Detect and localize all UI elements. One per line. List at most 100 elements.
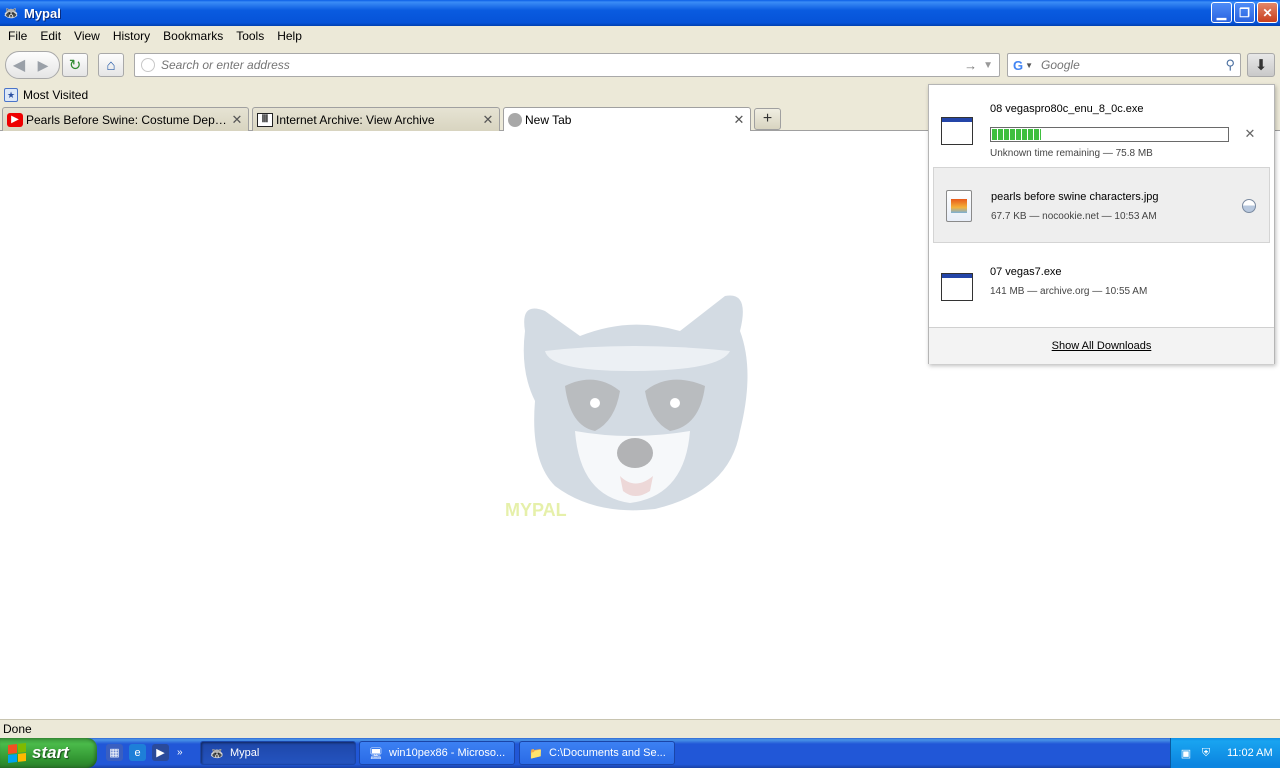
open-folder-icon	[1242, 199, 1256, 213]
computer-icon: 🖥	[369, 747, 383, 760]
taskbar-item-label: win10pex86 - Microso...	[389, 747, 506, 759]
taskbar-item-label: Mypal	[230, 747, 260, 759]
google-engine-icon[interactable]: G	[1013, 58, 1023, 73]
downloads-button[interactable]: ⬇	[1247, 53, 1275, 77]
mypal-icon: 🦝	[210, 747, 224, 760]
search-bar[interactable]: G ▼ ⚲	[1007, 53, 1241, 77]
menu-tools[interactable]: Tools	[236, 29, 264, 43]
tab-close-icon[interactable]: ✕	[732, 112, 746, 128]
search-icon[interactable]: ⚲	[1225, 57, 1235, 73]
home-button[interactable]: ⌂	[98, 53, 124, 77]
download-filename: 08 vegaspro80c_enu_8_0c.exe	[990, 103, 1144, 115]
taskbar-item-label: C:\Documents and Se...	[549, 747, 666, 759]
history-dropdown-icon[interactable]: ▼	[983, 60, 993, 71]
tab-pearls-before-swine[interactable]: ▶ Pearls Before Swine: Costume Departme.…	[2, 107, 249, 131]
new-tab-button[interactable]: +	[754, 108, 781, 130]
minimize-icon: ▁	[1216, 5, 1227, 20]
downloads-panel: 08 vegaspro80c_enu_8_0c.exe Unknown time…	[928, 84, 1275, 364]
clock[interactable]: 11:02 AM	[1227, 747, 1273, 759]
network-icon[interactable]: ▣	[1179, 746, 1193, 760]
tab-close-icon[interactable]: ✕	[230, 112, 244, 128]
download-item-pearls-jpg[interactable]: pearls before swine characters.jpg 67.7 …	[933, 167, 1270, 243]
taskbar-item-mypal[interactable]: 🦝 Mypal	[200, 741, 356, 765]
mypal-logo-text: MYPAL	[505, 500, 567, 520]
youtube-icon: ▶	[7, 112, 23, 127]
download-status: 67.7 KB — nocookie.net — 10:53 AM	[991, 211, 1157, 222]
security-shield-icon[interactable]: ⛨	[1199, 746, 1213, 760]
download-progress-fill	[992, 129, 1042, 140]
menu-bookmarks[interactable]: Bookmarks	[163, 29, 223, 43]
download-arrow-icon: ⬇	[1254, 57, 1268, 74]
minimize-button[interactable]: ▁	[1211, 2, 1232, 23]
restore-button[interactable]: ❐	[1234, 2, 1255, 23]
start-label: start	[32, 743, 69, 762]
tab-label: Internet Archive: View Archive	[276, 112, 435, 127]
navigation-toolbar: ◀ ▶ ↻ ⌂ → ▼ G ▼ ⚲ ⬇	[0, 46, 1280, 84]
menu-file[interactable]: File	[8, 29, 27, 43]
mypal-app-icon[interactable]: 🦝	[3, 5, 19, 21]
window-title: Mypal	[24, 5, 61, 21]
quick-launch: ▦ e ▶ »	[106, 744, 183, 761]
executable-icon	[941, 273, 973, 301]
show-all-downloads-button[interactable]: Show All Downloads	[929, 327, 1274, 364]
close-icon: ✕	[1262, 5, 1273, 20]
taskbar: start ▦ e ▶ » 🦝 Mypal 🖥 win10pex86 - Mic…	[0, 738, 1280, 768]
plus-icon: +	[762, 110, 773, 127]
home-icon: ⌂	[106, 56, 116, 74]
globe-icon	[508, 113, 522, 127]
address-bar[interactable]: → ▼	[134, 53, 1000, 77]
start-button[interactable]: start	[0, 738, 97, 768]
cancel-download-button[interactable]: ✕	[1242, 126, 1258, 142]
tab-label: New Tab	[525, 113, 572, 127]
menu-help[interactable]: Help	[277, 29, 302, 43]
menu-view[interactable]: View	[74, 29, 100, 43]
most-visited-icon: ★	[4, 88, 18, 102]
tab-label: Pearls Before Swine: Costume Departme...	[26, 112, 230, 127]
tab-close-icon[interactable]: ✕	[481, 112, 495, 128]
back-button[interactable]: ◀	[6, 52, 32, 78]
image-file-icon	[946, 190, 972, 222]
download-item-vegaspro[interactable]: 08 vegaspro80c_enu_8_0c.exe Unknown time…	[933, 89, 1270, 165]
menu-history[interactable]: History	[113, 29, 150, 43]
system-tray: ▣ ⛨ 11:02 AM	[1170, 738, 1280, 768]
reload-icon: ↻	[68, 57, 82, 74]
status-bar: Done	[0, 719, 1280, 738]
media-player-icon[interactable]: ▶	[152, 744, 169, 761]
quick-launch-chevron-icon[interactable]: »	[177, 747, 183, 758]
download-status: 141 MB — archive.org — 10:55 AM	[990, 286, 1148, 297]
internet-explorer-icon[interactable]: e	[129, 744, 146, 761]
forward-button[interactable]: ▶	[32, 52, 54, 78]
status-text: Done	[3, 722, 32, 736]
title-bar[interactable]: 🦝 Mypal ▁ ❐ ✕	[0, 0, 1280, 26]
restore-icon: ❐	[1239, 5, 1250, 20]
forward-arrow-icon: ▶	[37, 56, 49, 73]
url-input[interactable]	[161, 58, 965, 72]
cancel-icon: ✕	[1244, 126, 1256, 141]
back-arrow-icon: ◀	[12, 57, 26, 74]
go-arrow-icon[interactable]: →	[964, 58, 977, 73]
back-forward-group: ◀ ▶	[5, 51, 60, 79]
executable-icon	[941, 117, 973, 145]
tab-internet-archive[interactable]: Ⅲ Internet Archive: View Archive ✕	[252, 107, 500, 131]
site-identity-icon[interactable]	[141, 58, 155, 72]
download-progress-bar	[990, 127, 1229, 142]
tab-new-tab[interactable]: New Tab ✕	[503, 107, 751, 132]
close-window-button[interactable]: ✕	[1257, 2, 1278, 23]
menu-bar: File Edit View History Bookmarks Tools H…	[0, 26, 1280, 46]
search-input[interactable]	[1041, 58, 1226, 72]
window-controls: ▁ ❐ ✕	[1211, 2, 1278, 23]
internet-archive-icon: Ⅲ	[257, 112, 273, 127]
engine-dropdown-icon[interactable]: ▼	[1025, 61, 1033, 70]
download-item-vegas7[interactable]: 07 vegas7.exe 141 MB — archive.org — 10:…	[933, 245, 1270, 321]
open-containing-folder-button[interactable]	[1241, 198, 1257, 214]
show-desktop-icon[interactable]: ▦	[106, 744, 123, 761]
download-status: Unknown time remaining — 75.8 MB	[990, 148, 1153, 159]
windows-logo-icon	[8, 743, 26, 763]
taskbar-item-documents[interactable]: 📁 C:\Documents and Se...	[519, 741, 675, 765]
menu-edit[interactable]: Edit	[40, 29, 61, 43]
mypal-raccoon-logo: MYPAL	[505, 295, 748, 520]
taskbar-item-win10pex86[interactable]: 🖥 win10pex86 - Microso...	[359, 741, 515, 765]
reload-button[interactable]: ↻	[62, 53, 88, 77]
bookmark-most-visited[interactable]: Most Visited	[23, 88, 88, 102]
download-filename: pearls before swine characters.jpg	[991, 191, 1159, 203]
